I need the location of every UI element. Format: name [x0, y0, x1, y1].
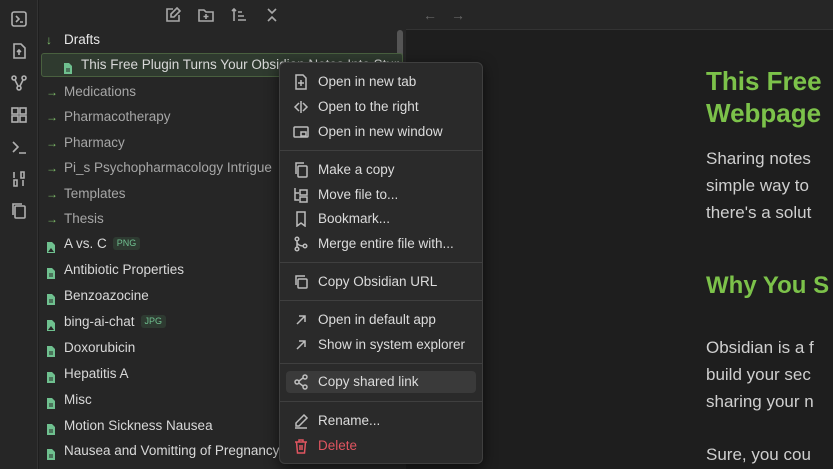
pages-icon[interactable]: [10, 202, 28, 220]
tab-bar: ← →: [406, 0, 833, 30]
menu-move-file[interactable]: Move file to...: [286, 184, 476, 206]
paragraph-line: sharing your n: [706, 392, 814, 411]
section-heading: Why You S: [706, 272, 830, 299]
menu-copy-shared-link[interactable]: Copy shared link: [286, 371, 476, 393]
note-file-icon: [46, 264, 56, 279]
paragraph-line: Sharing notes: [706, 149, 811, 168]
file-label: Hepatitis A: [64, 366, 129, 381]
chevron-right-icon: →: [46, 110, 58, 124]
paragraph-line: Sure, you cou: [706, 445, 811, 464]
pencil-icon: [293, 413, 309, 429]
external-arrow-icon: [293, 312, 309, 328]
split-right-icon: [293, 99, 309, 115]
menu-divider: [280, 401, 482, 402]
chevron-down-icon: ↓: [46, 33, 52, 47]
paragraph-line: build your sec: [706, 365, 811, 384]
chevron-right-icon: →: [46, 136, 58, 150]
file-label: A vs. C: [64, 236, 107, 251]
new-note-icon[interactable]: [164, 6, 182, 24]
folder-label: Thesis: [64, 211, 104, 226]
menu-divider: [280, 262, 482, 263]
menu-open-right[interactable]: Open to the right: [286, 96, 476, 118]
file-label: Motion Sickness Nausea: [64, 418, 213, 433]
file-explorer-toolbar: [39, 4, 406, 26]
note-file-icon: [46, 394, 56, 409]
menu-divider: [280, 363, 482, 364]
folder-label: Pharmacy: [64, 135, 125, 150]
explorer-arrow-icon: [293, 337, 309, 353]
graph-icon[interactable]: [10, 74, 28, 92]
file-label: Nausea and Vomitting of Pregnancy: [64, 443, 280, 458]
image-file-icon: [46, 316, 56, 331]
paragraph-line: Obsidian is a f: [706, 338, 814, 357]
bookmark-icon: [293, 211, 309, 228]
menu-divider: [280, 150, 482, 151]
menu-open-new-tab[interactable]: Open in new tab: [286, 71, 476, 93]
menu-divider: [280, 300, 482, 301]
merge-icon: [293, 236, 309, 252]
binary-icon[interactable]: [10, 170, 28, 188]
link-copy-icon: [293, 274, 309, 290]
folder-label: Pharmacotherapy: [64, 109, 171, 124]
menu-bookmark[interactable]: Bookmark...: [286, 208, 476, 230]
note-file-icon: [46, 445, 56, 460]
open-file-icon[interactable]: [10, 42, 28, 60]
trash-icon: [293, 438, 309, 454]
menu-open-default-app[interactable]: Open in default app: [286, 309, 476, 331]
chevron-right-icon: →: [46, 161, 58, 175]
file-label: Benzoazocine: [64, 288, 149, 303]
menu-open-new-window[interactable]: Open in new window: [286, 121, 476, 143]
chevron-right-icon: →: [46, 212, 58, 226]
menu-merge-file[interactable]: Merge entire file with...: [286, 233, 476, 255]
new-folder-icon[interactable]: [197, 6, 215, 24]
note-title-line1: This Free: [706, 66, 822, 96]
back-arrow-icon[interactable]: ←: [423, 7, 439, 23]
menu-copy-obsidian-url[interactable]: Copy Obsidian URL: [286, 271, 476, 293]
chevron-right-icon: →: [46, 187, 58, 201]
folder-label: Pi_s Psychopharmacology Intrigue: [64, 160, 272, 175]
copy-file-icon: [293, 162, 309, 178]
switcher-icon[interactable]: [10, 10, 28, 28]
paragraph-line: there's a solut: [706, 203, 812, 222]
file-type-badge: PNG: [112, 237, 141, 250]
canvas-icon[interactable]: [10, 106, 28, 124]
image-file-icon: [46, 238, 56, 253]
terminal-icon[interactable]: [10, 138, 28, 156]
note-file-icon: [46, 420, 56, 435]
folder-label: Drafts: [64, 32, 101, 47]
forward-arrow-icon[interactable]: →: [451, 7, 467, 23]
file-label: Misc: [64, 392, 92, 407]
menu-show-system-explorer[interactable]: Show in system explorer: [286, 334, 476, 356]
file-context-menu: Open in new tab Open to the right Open i…: [279, 62, 483, 464]
folder-label: Templates: [64, 186, 126, 201]
menu-rename[interactable]: Rename...: [286, 410, 476, 432]
new-window-icon: [293, 124, 309, 140]
note-title-line2: Webpage: [706, 98, 822, 128]
paragraph-line: simple way to: [706, 176, 809, 195]
note-file-icon: [46, 368, 56, 383]
ribbon: [0, 0, 38, 469]
move-file-icon: [293, 187, 309, 203]
chevron-right-icon: →: [46, 85, 58, 99]
menu-delete[interactable]: Delete: [286, 435, 476, 457]
note-file-icon: [46, 342, 56, 357]
folder-drafts[interactable]: ↓ Drafts: [39, 28, 399, 52]
collapse-all-icon[interactable]: [263, 6, 281, 24]
new-tab-icon: [293, 74, 309, 90]
share-icon: [293, 374, 309, 390]
folder-label: Medications: [64, 84, 137, 99]
file-label: Antibiotic Properties: [64, 262, 185, 277]
file-label: bing-ai-chat: [64, 314, 135, 329]
sort-icon[interactable]: [230, 6, 248, 24]
note-file-icon: [46, 290, 56, 305]
file-label: Doxorubicin: [64, 340, 136, 355]
note-file-icon: [63, 59, 73, 74]
menu-make-copy[interactable]: Make a copy: [286, 159, 476, 181]
file-type-badge: JPG: [140, 315, 167, 328]
